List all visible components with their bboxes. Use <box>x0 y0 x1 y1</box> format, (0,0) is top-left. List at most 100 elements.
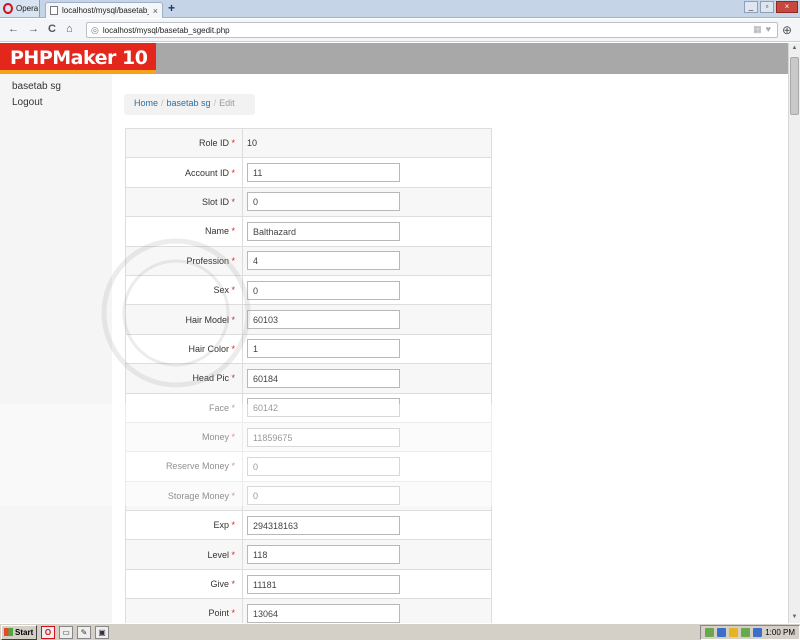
restore-icon[interactable]: ▫ <box>760 1 774 13</box>
url-field[interactable]: ◎ localhost/mysql/basetab_sgedit.php ▦ ♥ <box>86 22 778 38</box>
app-brand[interactable]: PHPMaker 10 <box>0 43 156 74</box>
scroll-up-icon[interactable]: ▲ <box>789 43 800 54</box>
tab-close-icon[interactable]: × <box>153 6 158 16</box>
tray-volume-icon[interactable] <box>753 627 763 637</box>
profession-input[interactable]: 4 <box>247 251 400 271</box>
speed-dial-icon[interactable]: ▦ <box>753 24 762 35</box>
folder-taskbar-icon[interactable]: ▭ <box>59 625 73 639</box>
field-label: Money * <box>125 421 243 452</box>
url-tools: ▦ ♥ <box>753 24 771 35</box>
slot-id-input[interactable]: 0 <box>247 192 400 212</box>
window-close-icon[interactable]: × <box>776 1 798 13</box>
editor-taskbar-icon[interactable]: ✎ <box>77 625 91 639</box>
reload-button[interactable]: C <box>48 23 56 35</box>
breadcrumb-table[interactable]: basetab sg <box>167 98 211 108</box>
field-label: Head Pic * <box>125 363 243 394</box>
form-row-storage-money: Storage Money * 0 <box>125 480 492 511</box>
clock[interactable]: 1:00 PM <box>765 628 795 637</box>
page-viewport: PHPMaker 10 basetab sg Logout Home / baset… <box>0 43 788 623</box>
tray-app-icon[interactable] <box>705 627 715 637</box>
opera-taskbar-icon[interactable]: O <box>41 625 55 639</box>
reserve-money-input[interactable]: 0 <box>247 456 400 476</box>
start-label: Start <box>15 627 34 637</box>
form-row-face: Face * 60142 <box>125 392 492 423</box>
home-button[interactable]: ⌂ <box>66 23 73 35</box>
form-row-money: Money * 11859675 <box>125 421 492 452</box>
minimize-icon[interactable]: _ <box>744 1 758 13</box>
opera-menu-button[interactable]: Opera <box>0 0 40 17</box>
field-label: Level * <box>125 539 243 570</box>
tray-alert-icon[interactable] <box>729 627 739 637</box>
tray-network-icon[interactable] <box>717 627 727 637</box>
form-row-reserve-money: Reserve Money * 0 <box>125 451 492 482</box>
head-pic-input[interactable]: 60184 <box>247 368 400 388</box>
level-input[interactable]: 118 <box>247 545 400 565</box>
forward-button[interactable]: → <box>28 23 39 35</box>
required-mark: * <box>231 461 235 472</box>
sidebar-item-logout[interactable]: Logout <box>12 97 43 108</box>
required-mark: * <box>231 549 235 560</box>
field-label: Reserve Money * <box>125 451 243 482</box>
sex-input[interactable]: 0 <box>247 280 400 300</box>
form-row-level: Level * 118 <box>125 539 492 570</box>
page-icon <box>50 6 58 15</box>
form-row-give: Give * 11181 <box>125 568 492 599</box>
heart-icon[interactable]: ♥ <box>766 24 771 35</box>
give-input[interactable]: 11181 <box>247 574 400 594</box>
money-input[interactable]: 11859675 <box>247 427 400 447</box>
address-toolbar: ← → C ⌂ ◎ localhost/mysql/basetab_sgedit… <box>0 19 800 42</box>
required-mark: * <box>231 314 235 325</box>
url-text: localhost/mysql/basetab_sgedit.php <box>102 25 230 35</box>
required-mark: * <box>231 579 235 590</box>
name-input[interactable]: Balthazard <box>247 221 400 241</box>
browser-tab-bar: Opera localhost/mysql/basetab_... × + _ … <box>0 0 800 18</box>
field-label: Give * <box>125 568 243 599</box>
face-input[interactable]: 60142 <box>247 398 400 418</box>
new-tab-button[interactable]: + <box>168 1 175 15</box>
opera-menu-label: Opera <box>16 4 39 13</box>
account-id-input[interactable]: 11 <box>247 163 400 183</box>
app-header: PHPMaker 10 <box>0 43 788 74</box>
tray-signal-icon[interactable] <box>741 627 751 637</box>
start-button[interactable]: Start <box>1 624 37 640</box>
sidebar-item-basetab-sg[interactable]: basetab sg <box>12 81 61 92</box>
field-label: Sex * <box>125 274 243 305</box>
os-taskbar: Start O ▭ ✎ ▣ 1:00 PM <box>0 623 800 640</box>
required-mark: * <box>231 432 235 443</box>
browser-tab[interactable]: localhost/mysql/basetab_... × <box>45 2 163 18</box>
form-row-profession: Profession * 4 <box>125 245 492 276</box>
breadcrumb-current: Edit <box>219 98 235 108</box>
required-mark: * <box>231 255 235 266</box>
field-label: Name * <box>125 216 243 247</box>
required-mark: * <box>231 490 235 501</box>
scroll-thumb[interactable] <box>790 57 799 115</box>
storage-money-input[interactable]: 0 <box>247 486 400 506</box>
point-input[interactable]: 13064 <box>247 603 400 623</box>
window-controls: _ ▫ × <box>744 1 798 13</box>
field-label: Hair Color * <box>125 333 243 364</box>
scroll-down-icon[interactable]: ▼ <box>789 612 800 623</box>
globe-icon: ◎ <box>91 24 99 35</box>
back-button[interactable]: ← <box>8 23 19 35</box>
role-id-value: 10 <box>242 127 492 158</box>
breadcrumb-separator: / <box>161 98 164 108</box>
required-mark: * <box>231 196 235 207</box>
page-scrollbar[interactable]: ▲ ▼ <box>788 43 800 623</box>
form-row-point: Point * 13064 <box>125 598 492 623</box>
required-mark: * <box>231 608 235 619</box>
required-mark: * <box>231 373 235 384</box>
form-row-hair-color: Hair Color * 1 <box>125 333 492 364</box>
download-icon[interactable]: ⊕ <box>782 23 792 37</box>
edit-form-table: Role ID * 10 Account ID * 11 Slot ID * 0… <box>125 127 492 623</box>
breadcrumb-home[interactable]: Home <box>134 98 158 108</box>
hair-model-input[interactable]: 60103 <box>247 310 400 330</box>
window-taskbar-icon[interactable]: ▣ <box>95 625 109 639</box>
hair-color-input[interactable]: 1 <box>247 339 400 359</box>
exp-input[interactable]: 294318163 <box>247 515 400 535</box>
breadcrumb-separator: / <box>213 98 217 108</box>
required-mark: * <box>231 520 235 531</box>
form-row-hair-model: Hair Model * 60103 <box>125 304 492 335</box>
system-tray: 1:00 PM <box>700 624 800 640</box>
field-label: Hair Model * <box>125 304 243 335</box>
windows-flag-icon <box>4 628 13 636</box>
